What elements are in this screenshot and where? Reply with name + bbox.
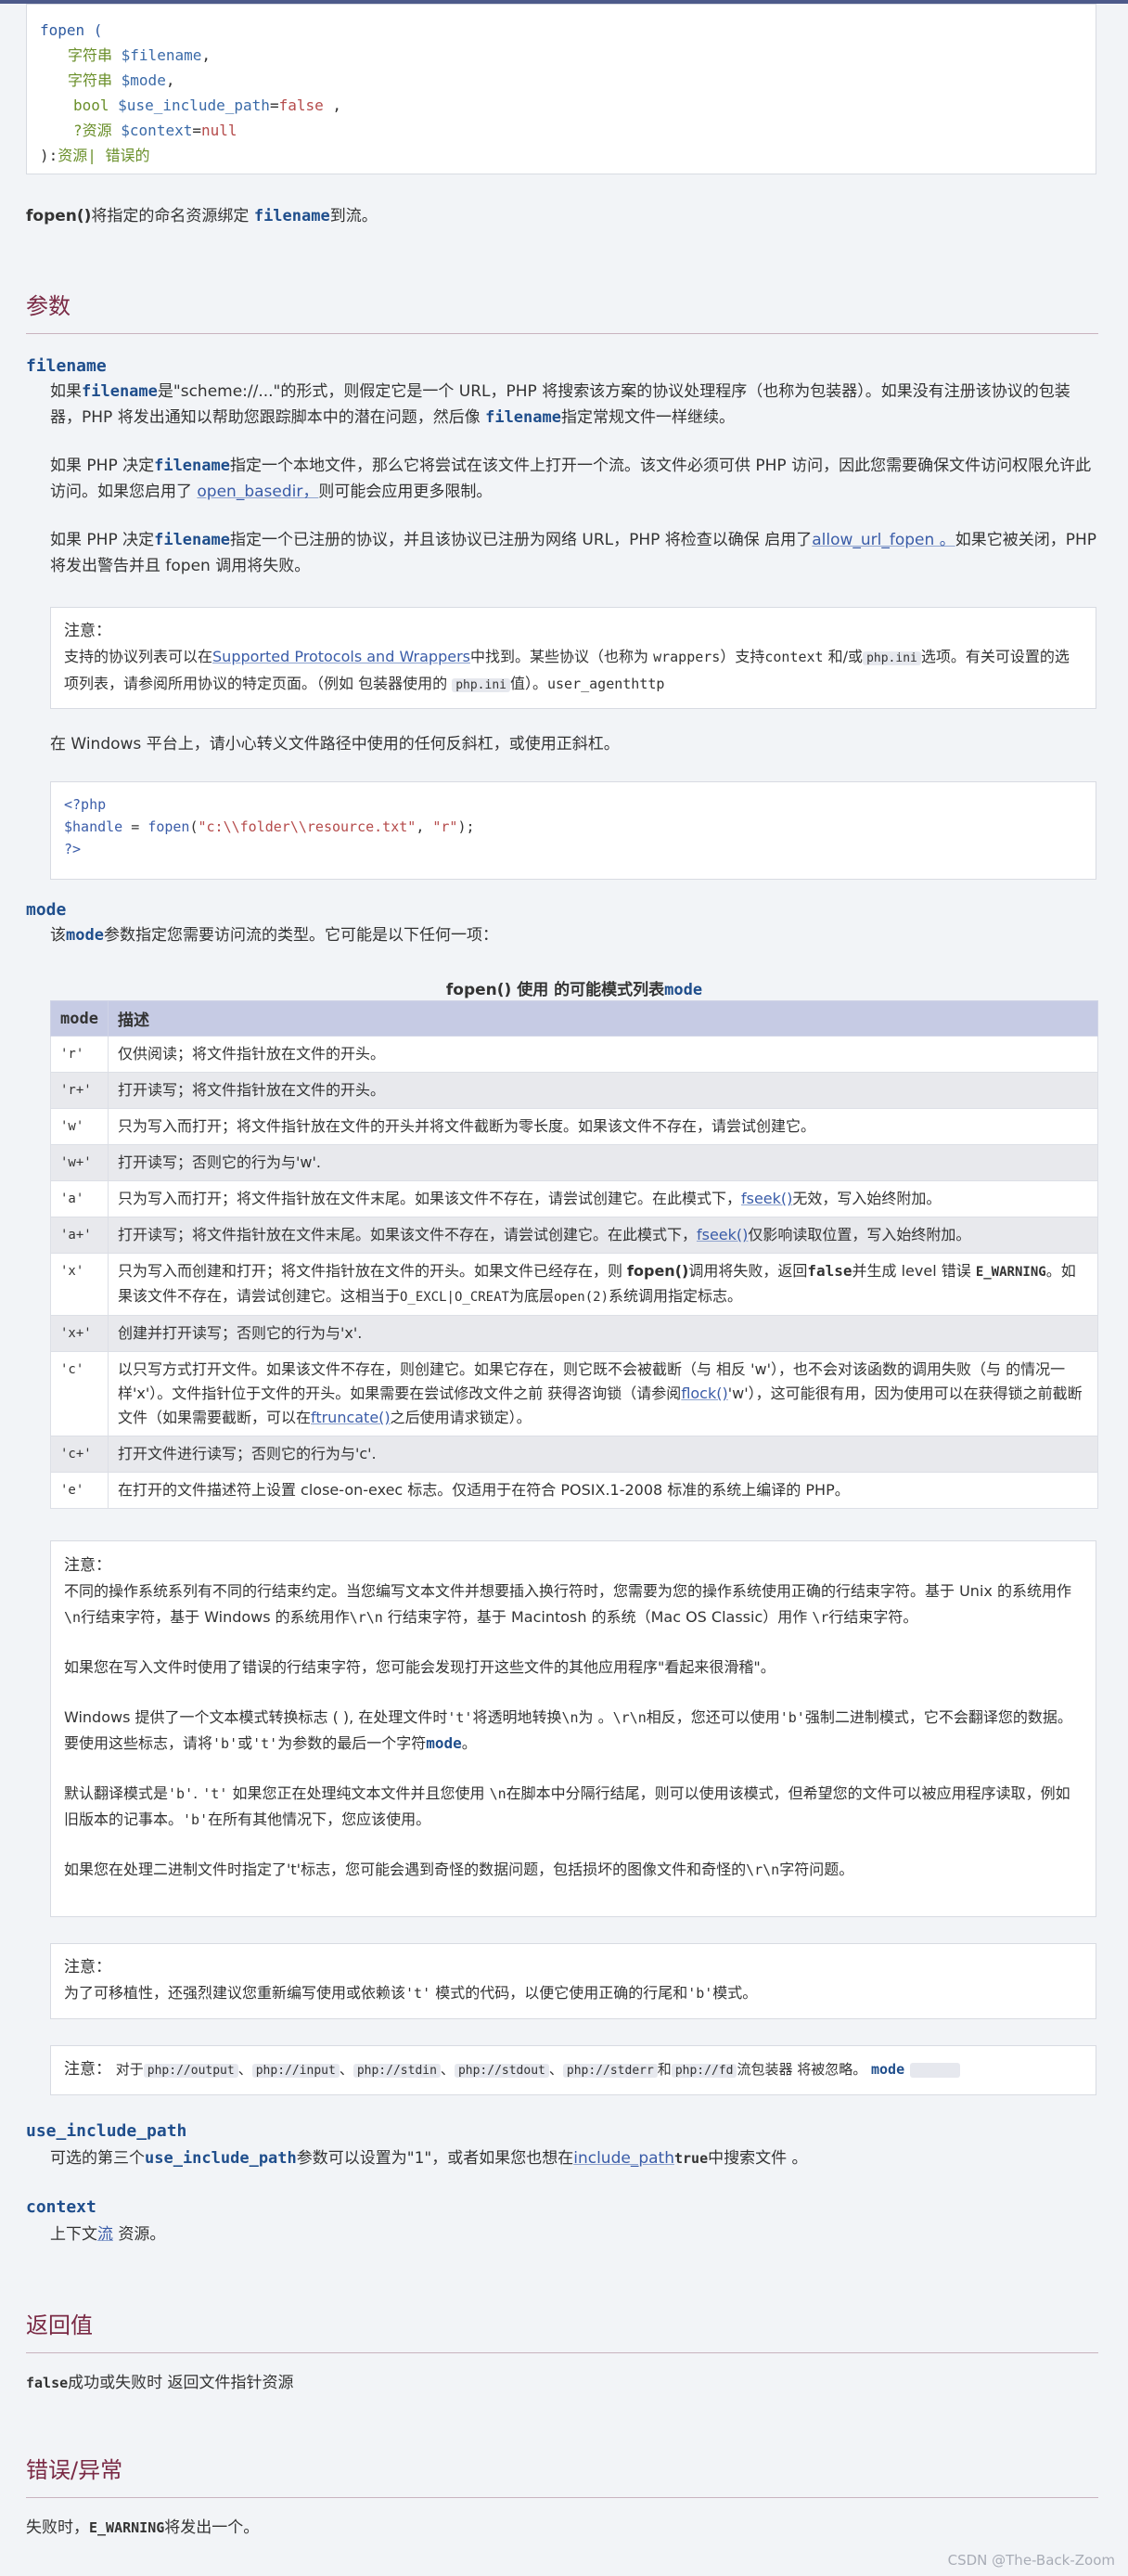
errors-paragraph: 失败时，E_WARNING将发出一个。 bbox=[26, 2518, 260, 2537]
synopsis-param: bool $use_include_path=false , bbox=[73, 97, 342, 114]
empty-code-pill bbox=[910, 2062, 961, 2078]
description-cell: 在打开的文件描述符上设置 close-on-exec 标志。仅适用于在符合 PO… bbox=[107, 1472, 1099, 1509]
mode-cell: 'c' bbox=[50, 1351, 109, 1436]
include-path-link[interactable]: include_path bbox=[573, 2149, 674, 2168]
description-cell: 打开读写；否则它的行为与'w'. bbox=[107, 1144, 1099, 1181]
note-supported-protocols: 注意： 支持的协议列表可以在Supported Protocols and Wr… bbox=[50, 607, 1096, 709]
term-context: context bbox=[26, 2197, 96, 2217]
note-portability: 注意： 为了可移植性，还强烈建议您重新编写使用或依赖该't' 模式的代码，以便它… bbox=[50, 1943, 1096, 2019]
synopsis-param: 字符串 $filename, bbox=[68, 46, 211, 64]
table-row: 'x' 只为写入而创建和打开；将文件指针放在文件的开头。如果文件已经存在，则 f… bbox=[50, 1253, 1099, 1316]
table-row: 'a' 只为写入而打开；将文件指针放在文件末尾。如果该文件不存在，请尝试创建它。… bbox=[50, 1180, 1099, 1217]
mode-cell: 'a+' bbox=[50, 1217, 109, 1254]
column-header-mode: mode bbox=[50, 1000, 109, 1037]
description-cell: 打开读写；将文件指针放在文件的开头。 bbox=[107, 1072, 1099, 1109]
term-use-include-path: use_include_path bbox=[26, 2121, 187, 2141]
return-values-paragraph: false成功或失败时 返回文件指针资源 bbox=[26, 2374, 294, 2392]
mode-cell: 'w' bbox=[50, 1108, 109, 1145]
description-cell: 打开文件进行读写；否则它的行为与'c'. bbox=[107, 1436, 1099, 1473]
term-mode: mode bbox=[26, 900, 67, 920]
windows-backslash-paragraph: 在 Windows 平台上，请小心转义文件路径中使用的任何反斜杠，或使用正斜杠。 bbox=[50, 735, 620, 753]
note-paragraph: 如果您在处理二进制文件时指定了't'标志，您可能会遇到奇怪的数据问题，包括损坏的… bbox=[64, 1861, 854, 1878]
mode-cell: 'w+' bbox=[50, 1144, 109, 1181]
stream-link[interactable]: 流 bbox=[97, 2225, 113, 2244]
table-row: 'r' 仅供阅读；将文件指针放在文件的开头。 bbox=[50, 1036, 1099, 1073]
note-line-endings: 注意： 不同的操作系统系列有不同的行结束约定。当您编写文本文件并想要插入换行符时… bbox=[50, 1540, 1096, 1917]
allow-url-fopen-link[interactable]: allow_url_fopen 。 bbox=[812, 531, 955, 549]
note-title: 注意： bbox=[64, 1556, 111, 1575]
flock-link[interactable]: flock() bbox=[681, 1385, 727, 1402]
filename-paragraph-1: 如果filename是"scheme://..."的形式，则假定它是一个 URL… bbox=[50, 382, 1070, 427]
description-cell: 打开读写；将文件指针放在文件末尾。如果该文件不存在，请尝试创建它。在此模式下，f… bbox=[107, 1217, 1099, 1254]
note-paragraph: 默认翻译模式是'b'. 't' 如果您正在处理纯文本文件并且您使用 \n在脚本中… bbox=[64, 1784, 1070, 1828]
note-paragraph: 如果您在写入文件时使用了错误的行结束字符，您可能会发现打开这些文件的其他应用程序… bbox=[64, 1658, 776, 1676]
table-caption: fopen() 使用 的可能模式列表mode bbox=[445, 981, 703, 999]
section-title-errors: 错误/异常 bbox=[26, 2452, 1098, 2498]
mode-intro: 该mode参数指定您需要访问流的类型。它可能是以下任何一项： bbox=[50, 926, 498, 945]
table-row: 'r+' 打开读写；将文件指针放在文件的开头。 bbox=[50, 1072, 1099, 1109]
filename-paragraph-2: 如果 PHP 决定filename指定一个本地文件，那么它将尝试在该文件上打开一… bbox=[50, 457, 1092, 501]
section-title-return-values: 返回值 bbox=[26, 2307, 1098, 2353]
synopsis-param: 字符串 $mode, bbox=[68, 71, 175, 89]
fseek-link[interactable]: fseek() bbox=[697, 1226, 748, 1243]
note-body: 为了可移植性，还强烈建议您重新编写使用或依赖该't' 模式的代码，以便它使用正确… bbox=[64, 1984, 758, 2002]
modes-table: mode 描述 'r' 仅供阅读；将文件指针放在文件的开头。 'r+' 打开读写… bbox=[50, 1000, 1099, 1509]
table-row: 'x+' 创建并打开读写；否则它的行为与'x'. bbox=[50, 1315, 1099, 1352]
note-body: 支持的协议列表可以在Supported Protocols and Wrappe… bbox=[64, 648, 1070, 692]
open-basedir-link[interactable]: open_basedir， bbox=[197, 483, 318, 501]
filename-paragraph-3: 如果 PHP 决定filename指定一个已注册的协议，并且该协议已注册为网络 … bbox=[50, 531, 1096, 575]
section-title-parameters: 参数 bbox=[26, 288, 1098, 334]
term-filename: filename bbox=[26, 356, 107, 376]
context-paragraph: 上下文流 资源。 bbox=[50, 2225, 166, 2244]
description-cell: 只为写入而打开；将文件指针放在文件的开头并将文件截断为零长度。如果该文件不存在，… bbox=[107, 1108, 1099, 1145]
description-cell: 创建并打开读写；否则它的行为与'x'. bbox=[107, 1315, 1099, 1352]
note-title: 注意： bbox=[64, 622, 111, 640]
mode-cell: 'r' bbox=[50, 1036, 109, 1073]
use-include-path-paragraph: 可选的第三个use_include_path参数可以设置为"1"，或者如果您也想… bbox=[50, 2149, 808, 2168]
column-header-description: 描述 bbox=[107, 1000, 1099, 1037]
synopsis-param: ?资源 $context=null bbox=[73, 122, 237, 139]
description-cell: 仅供阅读；将文件指针放在文件的开头。 bbox=[107, 1036, 1099, 1073]
function-description: fopen()将指定的命名资源绑定 filename到流。 bbox=[26, 207, 378, 225]
note-stream-wrappers: 注意： 对于 php://output、 php://input、 php://std… bbox=[50, 2045, 1096, 2095]
synopsis-return: ):资源| 错误的 bbox=[40, 147, 150, 164]
table-row: 'w+' 打开读写；否则它的行为与'w'. bbox=[50, 1144, 1099, 1181]
ftruncate-link[interactable]: ftruncate() bbox=[311, 1409, 391, 1426]
description-cell: 只为写入而创建和打开；将文件指针放在文件的开头。如果文件已经存在，则 fopen… bbox=[107, 1253, 1099, 1316]
table-row: 'w' 只为写入而打开；将文件指针放在文件的开头并将文件截断为零长度。如果该文件… bbox=[50, 1108, 1099, 1145]
method-synopsis: fopen ( 字符串 $filename, 字符串 $mode, bool $… bbox=[26, 4, 1096, 174]
table-row: 'e' 在打开的文件描述符上设置 close-on-exec 标志。仅适用于在符… bbox=[50, 1472, 1099, 1509]
note-title: 注意： bbox=[64, 2060, 111, 2079]
table-row: 'c+' 打开文件进行读写；否则它的行为与'c'. bbox=[50, 1436, 1099, 1473]
note-title: 注意： bbox=[64, 1958, 111, 1977]
synopsis-function: fopen ( bbox=[40, 21, 103, 39]
description-cell: 以只写方式打开文件。如果该文件不存在，则创建它。如果它存在，则它既不会被截断（与… bbox=[107, 1351, 1099, 1436]
mode-cell: 'r+' bbox=[50, 1072, 109, 1109]
mode-cell: 'x' bbox=[50, 1253, 109, 1316]
code-example: <?php $handle = fopen("c:\\folder\\resou… bbox=[50, 781, 1096, 880]
description-cell: 只为写入而打开；将文件指针放在文件末尾。如果该文件不存在，请尝试创建它。在此模式… bbox=[107, 1180, 1099, 1217]
watermark: CSDN @The-Back-Zoom bbox=[947, 2552, 1115, 2569]
note-paragraph: Windows 提供了一个文本模式转换标志 ( ), 在处理文件时't'将透明地… bbox=[64, 1708, 1072, 1752]
note-paragraph: 不同的操作系统系列有不同的行结束约定。当您编写文本文件并想要插入换行符时，您需要… bbox=[64, 1582, 1071, 1626]
fseek-link[interactable]: fseek() bbox=[741, 1190, 792, 1207]
mode-cell: 'c+' bbox=[50, 1436, 109, 1473]
supported-protocols-link[interactable]: Supported Protocols and Wrappers bbox=[212, 648, 470, 665]
table-header-row: mode 描述 bbox=[50, 1000, 1099, 1037]
mode-cell: 'e' bbox=[50, 1472, 109, 1509]
mode-cell: 'x+' bbox=[50, 1315, 109, 1352]
mode-cell: 'a' bbox=[50, 1180, 109, 1217]
table-row: 'a+' 打开读写；将文件指针放在文件末尾。如果该文件不存在，请尝试创建它。在此… bbox=[50, 1217, 1099, 1254]
table-row: 'c' 以只写方式打开文件。如果该文件不存在，则创建它。如果它存在，则它既不会被… bbox=[50, 1351, 1099, 1436]
